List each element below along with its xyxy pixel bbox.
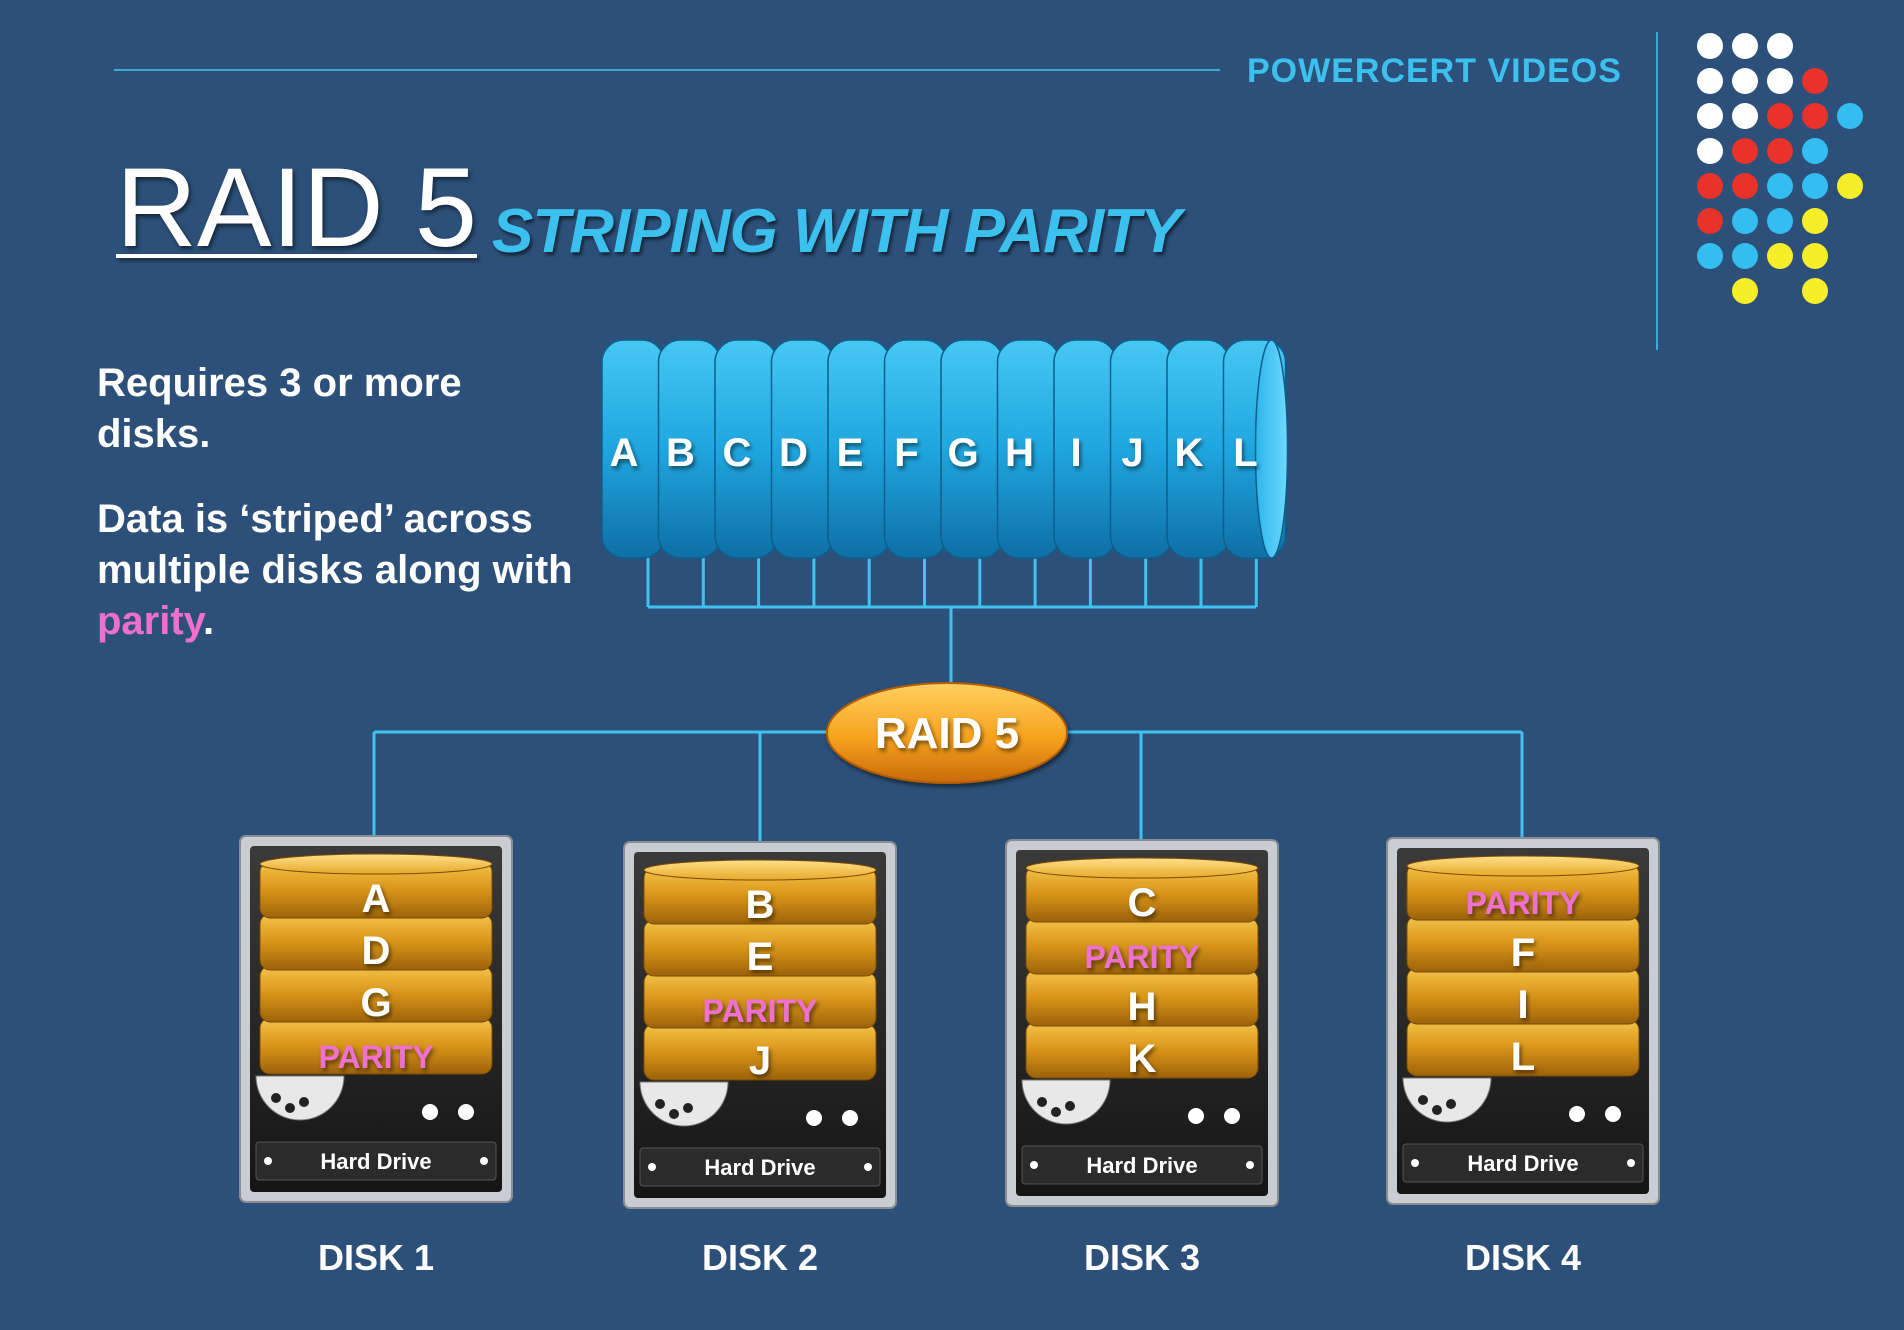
stripe-label: A (610, 431, 639, 475)
platter-top (643, 859, 877, 881)
stripe-label: D (779, 431, 808, 475)
disk-label-2: DISK 2 (701, 1237, 819, 1278)
data-block: H (1128, 985, 1157, 1029)
data-block: A (362, 877, 391, 921)
stripe-label: F (894, 431, 918, 475)
drive-label: Hard Drive (704, 1155, 815, 1180)
screw-icon (480, 1157, 488, 1165)
parity-block: PARITY (319, 1039, 434, 1075)
stripe-label: L (1233, 431, 1257, 475)
read-head-dot (1051, 1107, 1061, 1117)
platter-top (1406, 855, 1640, 877)
drive-label: Hard Drive (1467, 1151, 1578, 1176)
platter-top (259, 853, 493, 875)
disk-label-3: DISK 3 (1083, 1237, 1201, 1278)
screw-icon (648, 1163, 656, 1171)
disk-label-4: DISK 4 (1464, 1237, 1582, 1278)
screw-icon (1246, 1161, 1254, 1169)
data-block: C (1128, 881, 1157, 925)
screw-icon (1030, 1161, 1038, 1169)
data-block: K (1128, 1037, 1157, 1081)
read-head-dot (683, 1103, 693, 1113)
read-head-dot (299, 1097, 309, 1107)
stripe-label: B (666, 431, 695, 475)
stripe-block (1053, 339, 1117, 559)
disk-label-1: DISK 1 (317, 1237, 435, 1278)
read-head-dot (271, 1093, 281, 1103)
raid-controller-label: RAID 5 (875, 709, 1019, 758)
stripe-label: E (837, 431, 864, 475)
stripe-label: I (1070, 431, 1081, 475)
data-block: D (362, 929, 391, 973)
hard-drive-2: BE PARITY J Hard Drive (623, 841, 897, 1209)
read-head-dot (1432, 1105, 1442, 1115)
indicator-light (458, 1104, 474, 1120)
hard-drive-1: ADG PARITY Hard Drive (239, 835, 513, 1203)
stripe-label: K (1175, 431, 1204, 475)
data-block: G (360, 981, 391, 1025)
indicator-light (1605, 1106, 1621, 1122)
data-stripe-array: ABCDEFGHIJKL (601, 339, 1289, 559)
parity-block: PARITY (1466, 885, 1581, 921)
stripe-label: C (723, 431, 752, 475)
data-block: E (747, 935, 774, 979)
data-block: I (1517, 983, 1528, 1027)
indicator-light (1188, 1108, 1204, 1124)
read-head-dot (655, 1099, 665, 1109)
data-block: F (1511, 931, 1535, 975)
screw-icon (264, 1157, 272, 1165)
raid-diagram: ABCDEFGHIJKL RAID 5 ADGPARITYHard DriveB… (239, 339, 1660, 1209)
stripe-end-cap (1254, 339, 1289, 559)
screw-icon (1411, 1159, 1419, 1167)
read-head-dot (1065, 1101, 1075, 1111)
drive-label: Hard Drive (320, 1149, 431, 1174)
read-head-dot (1037, 1097, 1047, 1107)
platter-top (1025, 857, 1259, 879)
screw-icon (1627, 1159, 1635, 1167)
indicator-light (842, 1110, 858, 1126)
indicator-light (422, 1104, 438, 1120)
hard-drives: ADGPARITYHard DriveBEPARITYJHard DriveCP… (239, 835, 1660, 1209)
read-head-dot (669, 1109, 679, 1119)
indicator-light (1224, 1108, 1240, 1124)
screw-icon (864, 1163, 872, 1171)
parity-block: PARITY (703, 993, 818, 1029)
data-block: B (746, 883, 775, 927)
hard-drive-4: PARITY FIL Hard Drive (1386, 837, 1660, 1205)
stripe-label: J (1121, 431, 1143, 475)
indicator-light (1569, 1106, 1585, 1122)
read-head-dot (1418, 1095, 1428, 1105)
data-block: J (749, 1039, 771, 1083)
stripe-label: G (947, 431, 978, 475)
indicator-light (806, 1110, 822, 1126)
read-head-dot (285, 1103, 295, 1113)
drive-label: Hard Drive (1086, 1153, 1197, 1178)
read-head-dot (1446, 1099, 1456, 1109)
stripe-label: H (1005, 431, 1034, 475)
data-block: L (1511, 1035, 1535, 1079)
hard-drive-3: C PARITY HK Hard Drive (1005, 839, 1279, 1207)
raid-controller: RAID 5 (826, 682, 1068, 784)
parity-block: PARITY (1085, 939, 1200, 975)
